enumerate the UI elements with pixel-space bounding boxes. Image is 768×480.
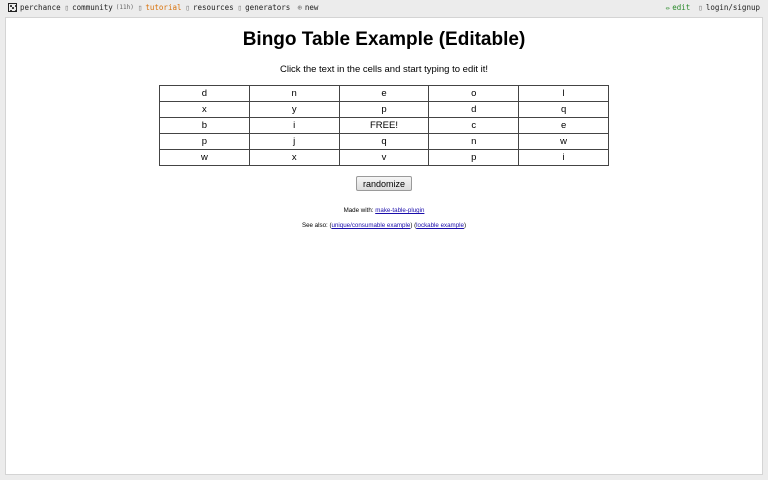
bingo-cell[interactable]: c xyxy=(428,117,520,134)
make-table-plugin-link[interactable]: make-table-plugin xyxy=(375,207,424,214)
see-also-suffix: ) xyxy=(463,222,467,229)
folder-icon: ▯ xyxy=(185,3,191,12)
bingo-cell[interactable]: y xyxy=(248,101,340,118)
bingo-cell[interactable]: q xyxy=(338,133,430,150)
book-icon: ▯ xyxy=(137,3,143,12)
table-row: dneol xyxy=(159,85,609,102)
bingo-cell[interactable]: p xyxy=(338,101,430,118)
nav-generators-link[interactable]: generators xyxy=(245,3,290,12)
nav-edit-link[interactable]: edit xyxy=(672,3,690,12)
bingo-cell[interactable]: d xyxy=(428,101,520,118)
bingo-cell[interactable]: w xyxy=(518,133,609,150)
bingo-cell[interactable]: x xyxy=(248,149,340,166)
bingo-cell[interactable]: x xyxy=(159,101,250,118)
randomize-button[interactable]: randomize xyxy=(356,176,412,191)
top-nav-bar: perchance ▯ community (11h) ▯ tutorial ▯… xyxy=(0,0,768,16)
bingo-cell[interactable]: b xyxy=(159,117,250,134)
see-also-line: See also: (unique/consumable example) (l… xyxy=(0,222,768,229)
nav-right: ✏ edit ▯ login/signup xyxy=(666,3,760,12)
bingo-cell[interactable]: i xyxy=(518,149,609,166)
see-also-prefix: See also: ( xyxy=(301,222,332,229)
grid-icon: ▯ xyxy=(237,3,243,12)
chat-icon: ▯ xyxy=(64,3,70,12)
bingo-cell[interactable]: i xyxy=(248,117,340,134)
table-row: wxvpi xyxy=(159,149,609,166)
unique-consumable-example-link[interactable]: unique/consumable example xyxy=(332,222,411,229)
page-subtitle: Click the text in the cells and start ty… xyxy=(279,64,489,75)
nav-login-link[interactable]: login/signup xyxy=(706,3,760,12)
nav-community-link[interactable]: community xyxy=(72,3,113,12)
bingo-cell[interactable]: j xyxy=(248,133,340,150)
plus-circle-icon: ⊕ xyxy=(297,3,302,12)
nav-tutorial-link[interactable]: tutorial xyxy=(145,3,181,12)
bingo-cell[interactable]: v xyxy=(338,149,430,166)
table-row: pjqnw xyxy=(159,133,609,150)
bingo-cell[interactable]: w xyxy=(159,149,250,166)
table-row: xypdq xyxy=(159,101,609,118)
bingo-cell[interactable]: p xyxy=(428,149,520,166)
lockable-example-link[interactable]: lockable example xyxy=(416,222,464,229)
nav-new-link[interactable]: new xyxy=(305,3,319,12)
bingo-cell[interactable]: o xyxy=(428,85,520,102)
nav-left: perchance ▯ community (11h) ▯ tutorial ▯… xyxy=(8,3,318,12)
made-with-prefix: Made with: xyxy=(343,207,376,214)
page-title: Bingo Table Example (Editable) xyxy=(242,29,526,50)
bingo-cell[interactable]: p xyxy=(159,133,250,150)
bingo-cell[interactable]: d xyxy=(159,85,250,102)
bingo-cell[interactable]: n xyxy=(428,133,520,150)
bingo-cell[interactable]: e xyxy=(518,117,609,134)
nav-brand-link[interactable]: perchance xyxy=(20,3,61,12)
user-icon: ▯ xyxy=(698,3,703,12)
bingo-cell[interactable]: n xyxy=(248,85,340,102)
bingo-cell[interactable]: q xyxy=(518,101,609,118)
pencil-icon: ✏ xyxy=(665,3,671,12)
nav-resources-link[interactable]: resources xyxy=(193,3,234,12)
bingo-cell[interactable]: e xyxy=(338,85,430,102)
bingo-table: d n e o l x y p d q b i FREE! c e p j q n w w x v p i xyxy=(159,85,609,166)
bingo-cell[interactable]: FREE! xyxy=(338,117,430,134)
bingo-cell[interactable]: l xyxy=(518,85,609,102)
made-with-line: Made with: make-table-plugin xyxy=(0,207,768,214)
table-row: b i FREE! c e xyxy=(159,117,609,134)
community-count: (11h) xyxy=(115,4,134,11)
die-icon xyxy=(8,3,17,12)
